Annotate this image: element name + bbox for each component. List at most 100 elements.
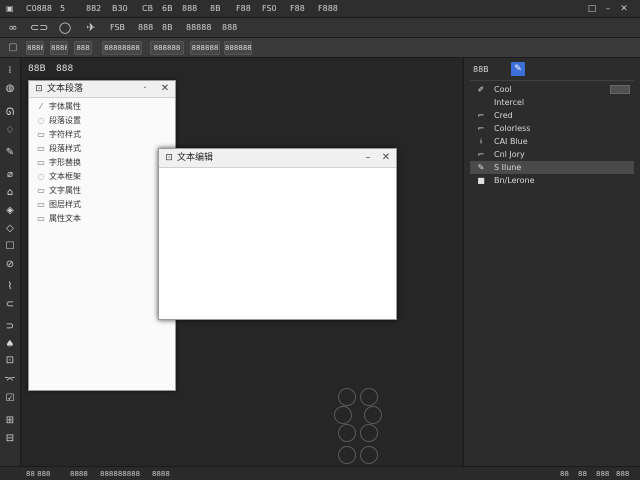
status-item-1[interactable]: 8888 (70, 468, 88, 480)
menu-text-8[interactable]: F888 (318, 3, 338, 15)
history-brush-icon[interactable]: ☐ (3, 240, 17, 254)
list-item[interactable]: ⟊ CAI Blue (470, 135, 634, 148)
option-button-6[interactable]: 8888888 (224, 41, 252, 55)
ring-icon (364, 406, 382, 424)
dodge-tool-icon[interactable]: ⊃ (3, 320, 17, 334)
path-tool-icon[interactable]: ⌤ (3, 374, 17, 388)
list-item[interactable]: ⌐ Cnl Jory (470, 148, 634, 161)
pen-tool-icon[interactable]: ♠ (3, 338, 17, 352)
link-icon[interactable]: ∞ (4, 21, 22, 35)
bird-icon[interactable]: ✈ (82, 21, 100, 35)
square-icon: ▭ (37, 158, 45, 167)
brush-icon: ✐ (477, 85, 485, 94)
option-button-1[interactable]: 8888 (50, 41, 68, 55)
menu-item-0[interactable]: C0888 (26, 3, 52, 15)
toolbar-item-1[interactable]: 888 (138, 22, 153, 34)
list-item[interactable]: ⌐ Cred (470, 109, 634, 122)
list-item[interactable]: ▭ 属性文本 (36, 212, 81, 225)
option-button-2[interactable]: 888 (74, 41, 92, 55)
circle-icon: ◌ (37, 172, 45, 181)
status-item-7[interactable]: 888 (616, 468, 629, 480)
toolbar-item-0[interactable]: FSB (110, 22, 125, 34)
menu-text-2[interactable]: 6B (162, 3, 173, 15)
hand-tool-icon[interactable]: ⊞ (3, 414, 17, 428)
panel-tab-0[interactable]: 88B (28, 62, 46, 76)
marquee-tool-icon[interactable]: ◍ (3, 82, 17, 96)
list-item[interactable]: ◌ 段落设置 (36, 114, 82, 127)
crop-tool-icon[interactable]: ✎ (3, 146, 17, 160)
list-item[interactable]: ■ Bn/Lerone (470, 174, 634, 187)
zoom-tool-icon[interactable]: ⊟ (3, 432, 17, 446)
option-button-3[interactable]: 88888888 (102, 41, 142, 55)
status-item-4[interactable]: 88 (560, 468, 569, 480)
toolbar-item-2[interactable]: 8B (162, 22, 173, 34)
stamp-tool-icon[interactable]: ◇ (3, 222, 17, 236)
close-icon[interactable]: ✕ (380, 151, 392, 165)
list-item[interactable]: ▭ 字形替换 (36, 156, 81, 169)
toolbar-item-3[interactable]: 88888 (186, 22, 211, 34)
status-item-5[interactable]: 88 (578, 468, 587, 480)
list-item-selected[interactable]: ✎ S Ilune (470, 161, 634, 174)
pen-icon: ⁄ (40, 102, 42, 111)
dialog-body[interactable] (159, 168, 396, 319)
minimize-icon[interactable]: – (362, 151, 374, 165)
shape-tool-icon[interactable]: ☑ (3, 392, 17, 406)
crop-icon: ⟊ (479, 137, 483, 146)
option-button-0[interactable]: 8888 (26, 41, 44, 55)
menu-text-1[interactable]: CB (142, 3, 153, 15)
menu-text-3[interactable]: 888 (182, 3, 197, 15)
list-item[interactable]: ⁄ 字体属性 (36, 100, 81, 113)
panel-icon: ⊡ (35, 84, 43, 94)
menu-item-1[interactable]: 882 (86, 3, 101, 15)
list-item[interactable]: Intercel (470, 96, 634, 109)
menu-text-0[interactable]: B30 (112, 3, 128, 15)
square-icon: ▭ (37, 214, 45, 223)
minimize-icon[interactable]: · (139, 82, 151, 96)
list-item[interactable]: ▭ 字符样式 (36, 128, 81, 141)
dialog-titlebar[interactable]: ⊡ 文本编辑 – ✕ (159, 149, 396, 168)
frame-icon: ⌐ (477, 111, 485, 120)
brush-tool-icon[interactable]: ◈ (3, 204, 17, 218)
status-item-0[interactable]: 88 888 (26, 468, 51, 480)
type-tool-icon[interactable]: ⊡ (3, 354, 17, 368)
option-button-4[interactable]: 888888 (150, 41, 184, 55)
minimize-icon[interactable]: – (602, 2, 614, 16)
gradient-tool-icon[interactable]: ⌇ (3, 280, 17, 294)
frame-icon: ⌐ (477, 124, 485, 133)
menu-item-2[interactable]: 5 (60, 3, 65, 15)
move-tool-icon[interactable]: ⁞ (3, 64, 17, 78)
list-item[interactable]: ✐ Cool (470, 83, 634, 96)
menu-text-7[interactable]: F88 (290, 3, 305, 15)
option-button-5[interactable]: 888888 (190, 41, 220, 55)
status-item-2[interactable]: 888888888 (100, 468, 140, 480)
ring-icon (360, 446, 378, 464)
eraser-tool-icon[interactable]: ⊘ (3, 258, 17, 272)
panel-titlebar[interactable]: ⊡ 文本段落 · ✕ (29, 81, 175, 98)
circle-icon[interactable]: ◯ (56, 21, 74, 35)
eyedropper-icon[interactable]: ⌀ (3, 168, 17, 182)
close-icon[interactable]: ✕ (159, 82, 171, 96)
restore-icon[interactable]: □ (586, 2, 598, 16)
list-item[interactable]: ▭ 文字属性 (36, 184, 81, 197)
panel-tab-1[interactable]: 888 (56, 62, 73, 76)
menu-text-6[interactable]: FS0 (262, 3, 277, 15)
menu-text-5[interactable]: F88 (236, 3, 251, 15)
square-icon: ▭ (37, 130, 45, 139)
lasso-tool-icon[interactable]: ᘏ (3, 106, 17, 120)
status-item-3[interactable]: 8888 (152, 468, 170, 480)
pen-icon[interactable]: ✎ (511, 62, 525, 76)
close-icon[interactable]: ✕ (618, 2, 630, 16)
color-swatch[interactable] (610, 85, 630, 94)
list-item[interactable]: ⌐ Colorless (470, 122, 634, 135)
tool-preset-icon[interactable]: ▢ (6, 41, 20, 55)
list-item[interactable]: ◌ 文本框架 (36, 170, 82, 183)
link-icon[interactable]: ⊂⊃ (30, 21, 48, 35)
list-item[interactable]: ▭ 图层样式 (36, 198, 81, 211)
healing-tool-icon[interactable]: ⌂ (3, 186, 17, 200)
magic-wand-icon[interactable]: ♢ (3, 124, 17, 138)
list-item[interactable]: ▭ 段落样式 (36, 142, 81, 155)
menu-text-4[interactable]: 8B (210, 3, 221, 15)
status-item-6[interactable]: 888 (596, 468, 609, 480)
blur-tool-icon[interactable]: ⊂ (3, 298, 17, 312)
toolbar-item-4[interactable]: 888 (222, 22, 237, 34)
